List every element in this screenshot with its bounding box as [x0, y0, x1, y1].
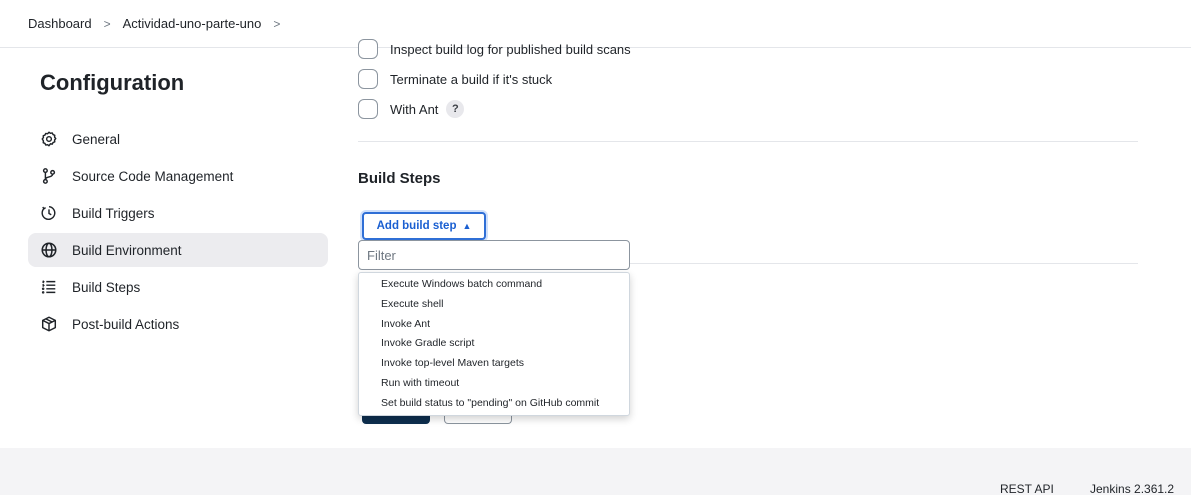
clock-icon [40, 204, 58, 222]
section-divider-lower [630, 263, 1138, 264]
breadcrumb-separator-menu[interactable]: > [273, 17, 280, 31]
add-build-step-label: Add build step [376, 220, 457, 232]
breadcrumb-separator: > [103, 16, 111, 31]
package-icon [40, 315, 58, 333]
page-title: Configuration [40, 70, 185, 95]
help-icon[interactable]: ? [446, 100, 465, 118]
sidebar-item-build-environment[interactable]: Build Environment [28, 233, 328, 267]
option-terminate-stuck-build: Terminate a build if it's stuck [358, 64, 1138, 94]
menu-item-execute-windows-batch[interactable]: Execute Windows batch command [359, 275, 629, 295]
terminate-stuck-build-checkbox[interactable] [358, 69, 378, 89]
menu-item-set-build-status-github[interactable]: Set build status to "pending" on GitHub … [359, 394, 629, 414]
section-divider [358, 141, 1138, 142]
sidebar-item-label: General [72, 131, 121, 147]
list-icon [40, 278, 58, 296]
build-step-dropdown: Execute Windows batch command Execute sh… [358, 272, 630, 416]
menu-item-execute-shell[interactable]: Execute shell [359, 295, 629, 315]
rest-api-link[interactable]: REST API [1000, 482, 1054, 495]
build-environment-options: Inspect build log for published build sc… [358, 34, 1138, 124]
sidebar-item-label: Build Triggers [72, 205, 155, 221]
add-build-step-button[interactable]: Add build step ▲ [362, 212, 486, 240]
sidebar-item-label: Post-build Actions [72, 316, 180, 332]
with-ant-checkbox[interactable] [358, 99, 378, 119]
sidebar-item-build-triggers[interactable]: Build Triggers [28, 196, 328, 230]
sidebar-item-source-code-management[interactable]: Source Code Management [28, 159, 328, 193]
inspect-build-log-checkbox[interactable] [358, 39, 378, 59]
sidebar-nav: General Source Code Management Build Tri… [28, 122, 328, 344]
option-label: Inspect build log for published build sc… [390, 41, 631, 57]
breadcrumb-job[interactable]: Actividad-uno-parte-uno [123, 16, 262, 31]
filter-input[interactable] [358, 240, 630, 270]
gear-icon [40, 130, 58, 148]
breadcrumb-dashboard[interactable]: Dashboard [28, 16, 92, 31]
menu-item-run-with-timeout[interactable]: Run with timeout [359, 374, 629, 394]
menu-item-invoke-ant[interactable]: Invoke Ant [359, 315, 629, 335]
version-link[interactable]: Jenkins 2.361.2 [1090, 482, 1174, 495]
sidebar-item-build-steps[interactable]: Build Steps [28, 270, 328, 304]
sidebar-item-label: Build Steps [72, 279, 141, 295]
sidebar-item-label: Source Code Management [72, 168, 234, 184]
option-inspect-build-log: Inspect build log for published build sc… [358, 34, 1138, 64]
option-label: With Ant [390, 101, 439, 117]
caret-up-icon: ▲ [462, 221, 472, 231]
sidebar-item-label: Build Environment [72, 242, 182, 258]
globe-icon [40, 241, 58, 259]
menu-item-invoke-gradle[interactable]: Invoke Gradle script [359, 334, 629, 354]
option-label: Terminate a build if it's stuck [390, 71, 553, 87]
sidebar-item-post-build-actions[interactable]: Post-build Actions [28, 307, 328, 341]
sidebar-item-general[interactable]: General [28, 122, 328, 156]
branch-icon [40, 167, 58, 185]
menu-item-invoke-maven[interactable]: Invoke top-level Maven targets [359, 354, 629, 374]
build-steps-heading: Build Steps [358, 170, 441, 187]
option-with-ant: With Ant ? [358, 94, 1138, 124]
